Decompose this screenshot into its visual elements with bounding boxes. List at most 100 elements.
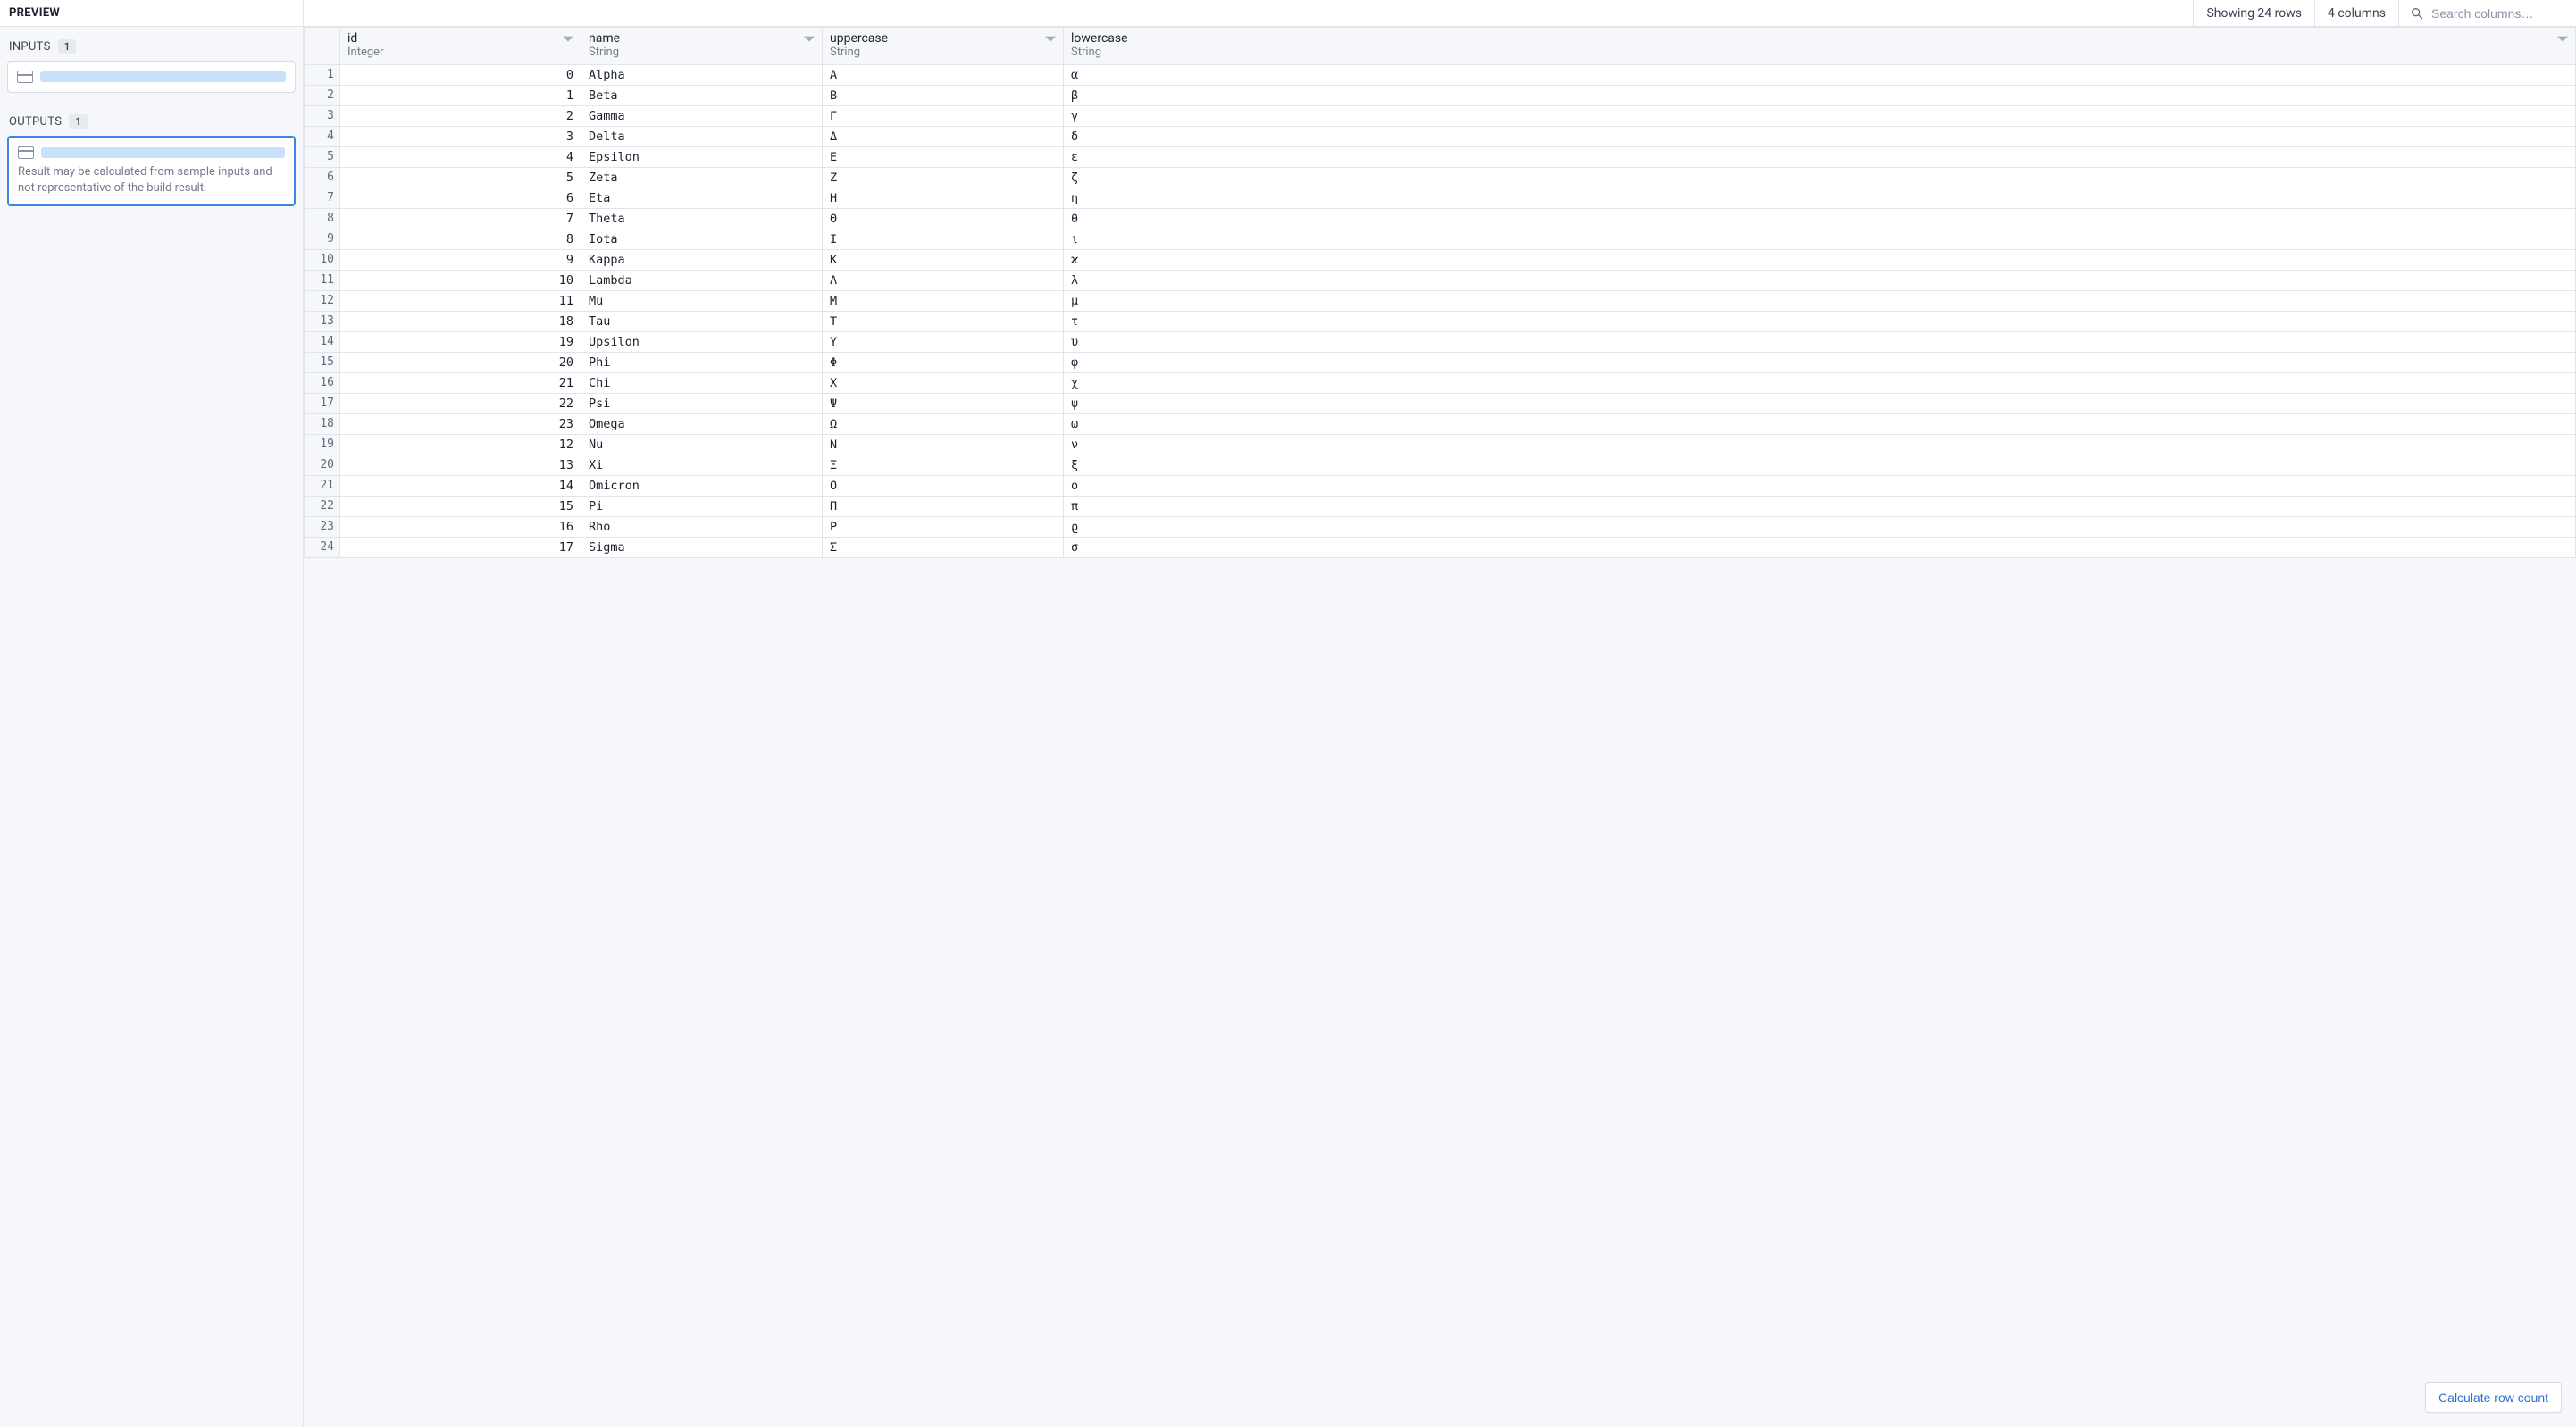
cell-lowercase[interactable]: α	[1064, 65, 2576, 86]
cell-lowercase[interactable]: μ	[1064, 291, 2576, 312]
table-area[interactable]: idIntegernameStringuppercaseStringlowerc…	[304, 27, 2576, 1427]
table-row[interactable]: 54EpsilonΕε	[305, 147, 2576, 168]
cell-lowercase[interactable]: ο	[1064, 476, 2576, 497]
column-menu-icon[interactable]	[1045, 33, 1056, 44]
cell-id[interactable]: 1	[340, 86, 581, 106]
cell-uppercase[interactable]: Λ	[823, 271, 1064, 291]
cell-name[interactable]: Psi	[581, 394, 823, 414]
cell-lowercase[interactable]: ν	[1064, 435, 2576, 455]
cell-lowercase[interactable]: ϰ	[1064, 250, 2576, 271]
cell-id[interactable]: 19	[340, 332, 581, 353]
cell-id[interactable]: 18	[340, 312, 581, 332]
table-row[interactable]: 2316RhoΡϱ	[305, 517, 2576, 538]
cell-uppercase[interactable]: Θ	[823, 209, 1064, 229]
cell-uppercase[interactable]: Τ	[823, 312, 1064, 332]
cell-lowercase[interactable]: η	[1064, 188, 2576, 209]
cell-name[interactable]: Xi	[581, 455, 823, 476]
cell-name[interactable]: Alpha	[581, 65, 823, 86]
cell-lowercase[interactable]: σ	[1064, 538, 2576, 558]
table-row[interactable]: 2215PiΠπ	[305, 497, 2576, 517]
cell-uppercase[interactable]: Χ	[823, 373, 1064, 394]
cell-uppercase[interactable]: Φ	[823, 353, 1064, 373]
cell-uppercase[interactable]: Υ	[823, 332, 1064, 353]
cell-lowercase[interactable]: τ	[1064, 312, 2576, 332]
cell-uppercase[interactable]: Κ	[823, 250, 1064, 271]
cell-lowercase[interactable]: δ	[1064, 127, 2576, 147]
cell-id[interactable]: 4	[340, 147, 581, 168]
column-menu-icon[interactable]	[2557, 33, 2568, 44]
cols-indicator[interactable]: 4 columns	[2314, 0, 2398, 26]
table-row[interactable]: 1621ChiΧχ	[305, 373, 2576, 394]
cell-name[interactable]: Delta	[581, 127, 823, 147]
cell-name[interactable]: Pi	[581, 497, 823, 517]
cell-id[interactable]: 9	[340, 250, 581, 271]
cell-name[interactable]: Upsilon	[581, 332, 823, 353]
cell-id[interactable]: 12	[340, 435, 581, 455]
table-row[interactable]: 1318TauΤτ	[305, 312, 2576, 332]
cell-uppercase[interactable]: Ν	[823, 435, 1064, 455]
cell-lowercase[interactable]: ψ	[1064, 394, 2576, 414]
cell-name[interactable]: Iota	[581, 229, 823, 250]
cell-id[interactable]: 3	[340, 127, 581, 147]
cell-id[interactable]: 7	[340, 209, 581, 229]
cell-name[interactable]: Zeta	[581, 168, 823, 188]
column-header-lowercase[interactable]: lowercaseString	[1064, 28, 2576, 65]
table-row[interactable]: 1823OmegaΩω	[305, 414, 2576, 435]
table-row[interactable]: 1110LambdaΛλ	[305, 271, 2576, 291]
cell-id[interactable]: 2	[340, 106, 581, 127]
cell-uppercase[interactable]: Ψ	[823, 394, 1064, 414]
cell-id[interactable]: 5	[340, 168, 581, 188]
table-row[interactable]: 2013XiΞξ	[305, 455, 2576, 476]
cell-uppercase[interactable]: Ι	[823, 229, 1064, 250]
cell-name[interactable]: Sigma	[581, 538, 823, 558]
cell-lowercase[interactable]: ξ	[1064, 455, 2576, 476]
table-row[interactable]: 1722PsiΨψ	[305, 394, 2576, 414]
table-row[interactable]: 1912NuΝν	[305, 435, 2576, 455]
cell-id[interactable]: 17	[340, 538, 581, 558]
table-row[interactable]: 2417SigmaΣσ	[305, 538, 2576, 558]
table-row[interactable]: 1419UpsilonΥυ	[305, 332, 2576, 353]
cell-name[interactable]: Rho	[581, 517, 823, 538]
table-row[interactable]: 1520PhiΦφ	[305, 353, 2576, 373]
column-menu-icon[interactable]	[804, 33, 815, 44]
cell-uppercase[interactable]: Ζ	[823, 168, 1064, 188]
cell-name[interactable]: Phi	[581, 353, 823, 373]
cell-id[interactable]: 0	[340, 65, 581, 86]
cell-name[interactable]: Mu	[581, 291, 823, 312]
cell-id[interactable]: 23	[340, 414, 581, 435]
column-menu-icon[interactable]	[563, 33, 573, 44]
cell-name[interactable]: Omicron	[581, 476, 823, 497]
table-row[interactable]: 2114OmicronΟο	[305, 476, 2576, 497]
cell-lowercase[interactable]: ε	[1064, 147, 2576, 168]
table-row[interactable]: 109KappaΚϰ	[305, 250, 2576, 271]
cell-id[interactable]: 10	[340, 271, 581, 291]
cell-uppercase[interactable]: Δ	[823, 127, 1064, 147]
cell-id[interactable]: 14	[340, 476, 581, 497]
cell-lowercase[interactable]: λ	[1064, 271, 2576, 291]
cell-lowercase[interactable]: ζ	[1064, 168, 2576, 188]
cell-id[interactable]: 8	[340, 229, 581, 250]
cell-lowercase[interactable]: ϱ	[1064, 517, 2576, 538]
cell-lowercase[interactable]: ω	[1064, 414, 2576, 435]
table-row[interactable]: 98IotaΙι	[305, 229, 2576, 250]
cell-uppercase[interactable]: Ρ	[823, 517, 1064, 538]
table-row[interactable]: 87ThetaΘθ	[305, 209, 2576, 229]
cell-name[interactable]: Omega	[581, 414, 823, 435]
output-dataset-card[interactable]: Result may be calculated from sample inp…	[7, 136, 296, 206]
search-columns[interactable]	[2398, 0, 2576, 26]
cell-uppercase[interactable]: Μ	[823, 291, 1064, 312]
cell-lowercase[interactable]: ι	[1064, 229, 2576, 250]
input-dataset-card[interactable]	[7, 61, 296, 93]
cell-id[interactable]: 22	[340, 394, 581, 414]
cell-uppercase[interactable]: Σ	[823, 538, 1064, 558]
cell-id[interactable]: 13	[340, 455, 581, 476]
rows-indicator[interactable]: Showing 24 rows	[2193, 0, 2314, 26]
cell-name[interactable]: Kappa	[581, 250, 823, 271]
cell-name[interactable]: Eta	[581, 188, 823, 209]
cell-lowercase[interactable]: π	[1064, 497, 2576, 517]
cell-name[interactable]: Beta	[581, 86, 823, 106]
table-row[interactable]: 10AlphaΑα	[305, 65, 2576, 86]
column-header-name[interactable]: nameString	[581, 28, 823, 65]
cell-uppercase[interactable]: Β	[823, 86, 1064, 106]
table-row[interactable]: 43DeltaΔδ	[305, 127, 2576, 147]
